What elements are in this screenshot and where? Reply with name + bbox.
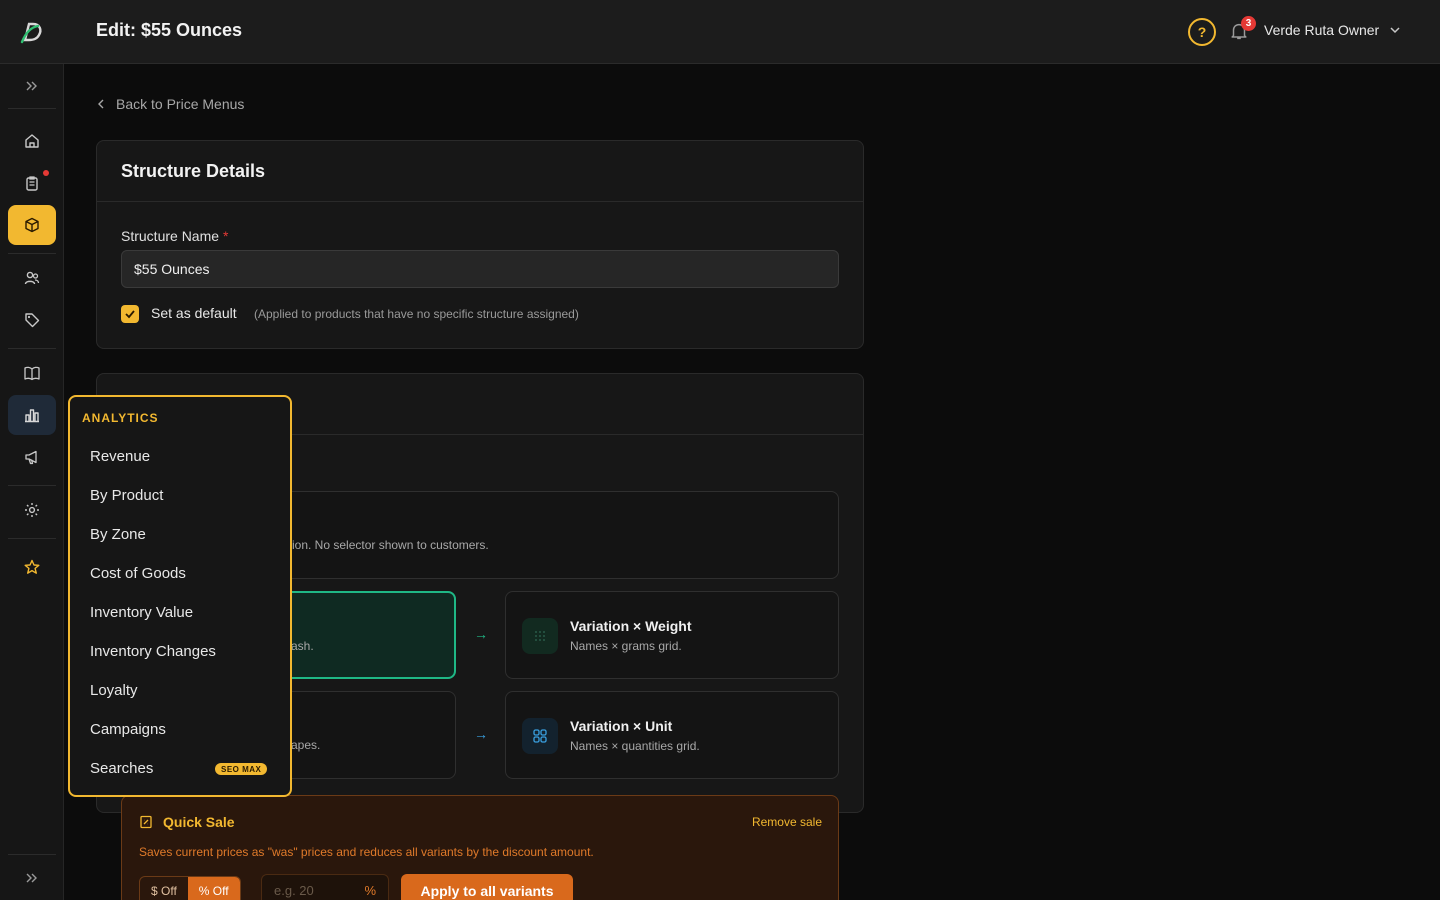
structure-name-label-text: Structure Name [121, 228, 220, 244]
structure-name-input[interactable] [121, 250, 839, 288]
structure-details-title: Structure Details [97, 141, 863, 202]
back-link-label: Back to Price Menus [116, 96, 245, 112]
menu-item-by-zone[interactable]: By Zone [90, 526, 146, 543]
apply-to-all-variants-button[interactable]: Apply to all variants [401, 874, 573, 900]
menu-item-cost-of-goods[interactable]: Cost of Goods [90, 565, 186, 582]
sidebar-divider [8, 485, 56, 486]
option-unit-desc: apes. [291, 738, 321, 752]
sidebar-item-customers[interactable] [8, 258, 56, 298]
question-circle-icon: ? [1197, 24, 1207, 40]
sidebar-item-favorites[interactable] [8, 547, 56, 587]
bar-chart-icon [25, 409, 39, 423]
sidebar-item-products[interactable] [8, 205, 56, 245]
required-mark: * [222, 228, 229, 244]
sidebar-item-home[interactable] [8, 121, 56, 161]
dollar-off-option[interactable]: $ Off [140, 877, 188, 900]
menu-item-by-product[interactable]: By Product [90, 487, 163, 504]
menu-item-loyalty[interactable]: Loyalty [90, 682, 138, 699]
set-default-label[interactable]: Set as default [151, 305, 237, 321]
discount-amount-input[interactable]: e.g. 20 % [261, 874, 389, 900]
menu-item-revenue[interactable]: Revenue [90, 448, 150, 465]
sidebar-item-pricing[interactable] [8, 300, 56, 340]
user-menu[interactable]: Verde Ruta Owner [1264, 22, 1401, 38]
sidebar-divider [8, 854, 56, 855]
sidebar-divider [8, 538, 56, 539]
option-variation-weight[interactable]: Variation × Weight Names × grams grid. [505, 591, 839, 679]
menu-item-campaigns[interactable]: Campaigns [90, 721, 166, 738]
user-name: Verde Ruta Owner [1264, 22, 1380, 38]
menu-item-inventory-value[interactable]: Inventory Value [90, 604, 193, 621]
sidebar-item-marketing[interactable] [8, 437, 56, 477]
set-default-checkbox[interactable] [121, 305, 139, 323]
page-title: Edit: $55 Ounces [96, 20, 243, 40]
sidebar-expand-button[interactable] [8, 66, 56, 106]
remove-sale-link[interactable]: Remove sale [752, 815, 822, 829]
home-icon [25, 134, 39, 148]
double-chevron-right-icon [26, 873, 37, 883]
sidebar-divider [8, 108, 56, 109]
arrow-right-icon: → [474, 726, 488, 742]
quick-sale-panel: Quick Sale Remove sale Saves current pri… [121, 795, 839, 900]
help-button[interactable]: ? [1188, 18, 1216, 46]
users-icon [24, 271, 40, 285]
clipboard-icon [26, 176, 38, 191]
receipt-icon [140, 815, 152, 829]
option-simple-desc: ion. No selector shown to customers. [292, 538, 489, 552]
quick-sale-description: Saves current prices as "was" prices and… [139, 845, 594, 859]
menu-item-inventory-changes[interactable]: Inventory Changes [90, 643, 216, 660]
sidebar-divider [8, 348, 56, 349]
box-icon [25, 217, 39, 233]
tag-icon [25, 313, 40, 328]
sidebar-item-orders[interactable] [8, 163, 56, 203]
app-logo[interactable] [0, 0, 64, 64]
sidebar-item-analytics[interactable] [8, 395, 56, 435]
megaphone-icon [25, 450, 37, 465]
option-variation-unit-title: Variation × Unit [570, 718, 673, 734]
option-variation-weight-desc: Names × grams grid. [570, 639, 682, 653]
gear-icon [25, 503, 39, 517]
option-variation-weight-title: Variation × Weight [570, 618, 692, 634]
sidebar-item-catalog[interactable] [8, 353, 56, 393]
orders-alert-dot [43, 170, 49, 176]
arrow-right-icon: → [474, 626, 488, 642]
sidebar [0, 64, 64, 900]
sidebar-item-settings[interactable] [8, 490, 56, 530]
discount-unit: % [364, 882, 376, 898]
sidebar-collapse-toggle[interactable] [8, 858, 56, 898]
analytics-flyout-menu: ANALYTICS Revenue By Product By Zone Cos… [68, 395, 292, 797]
structure-details-card: Structure Details Structure Name * Set a… [96, 140, 864, 349]
quick-sale-title: Quick Sale [163, 814, 235, 830]
logo-icon [20, 22, 42, 44]
chevron-left-icon [98, 99, 104, 109]
chevron-down-icon [1390, 27, 1400, 34]
book-icon [24, 366, 40, 381]
discount-type-toggle: $ Off % Off [139, 876, 241, 900]
menu-item-searches[interactable]: Searches [90, 760, 153, 777]
option-variation-unit-desc: Names × quantities grid. [570, 739, 700, 753]
option-variation-unit[interactable]: Variation × Unit Names × quantities grid… [505, 691, 839, 779]
top-bar: Edit: $55 Ounces ? 3 Verde Ruta Owner [0, 0, 1440, 64]
notification-badge: 3 [1241, 16, 1256, 31]
analytics-menu-title: ANALYTICS [82, 411, 159, 425]
structure-name-label: Structure Name * [121, 228, 228, 244]
sidebar-divider [8, 253, 56, 254]
star-icon [24, 559, 40, 574]
percent-off-option[interactable]: % Off [187, 877, 240, 900]
option-weight-desc: ash. [291, 639, 314, 653]
grid-squares-icon [522, 718, 558, 754]
seo-max-badge: SEO MAX [215, 763, 268, 775]
double-chevron-right-icon [26, 81, 37, 91]
set-default-hint: (Applied to products that have no specif… [254, 307, 579, 321]
back-to-price-menus-link[interactable]: Back to Price Menus [96, 96, 244, 112]
check-icon [125, 310, 135, 319]
discount-placeholder: e.g. 20 [274, 882, 314, 898]
grid-dots-icon [522, 618, 558, 654]
